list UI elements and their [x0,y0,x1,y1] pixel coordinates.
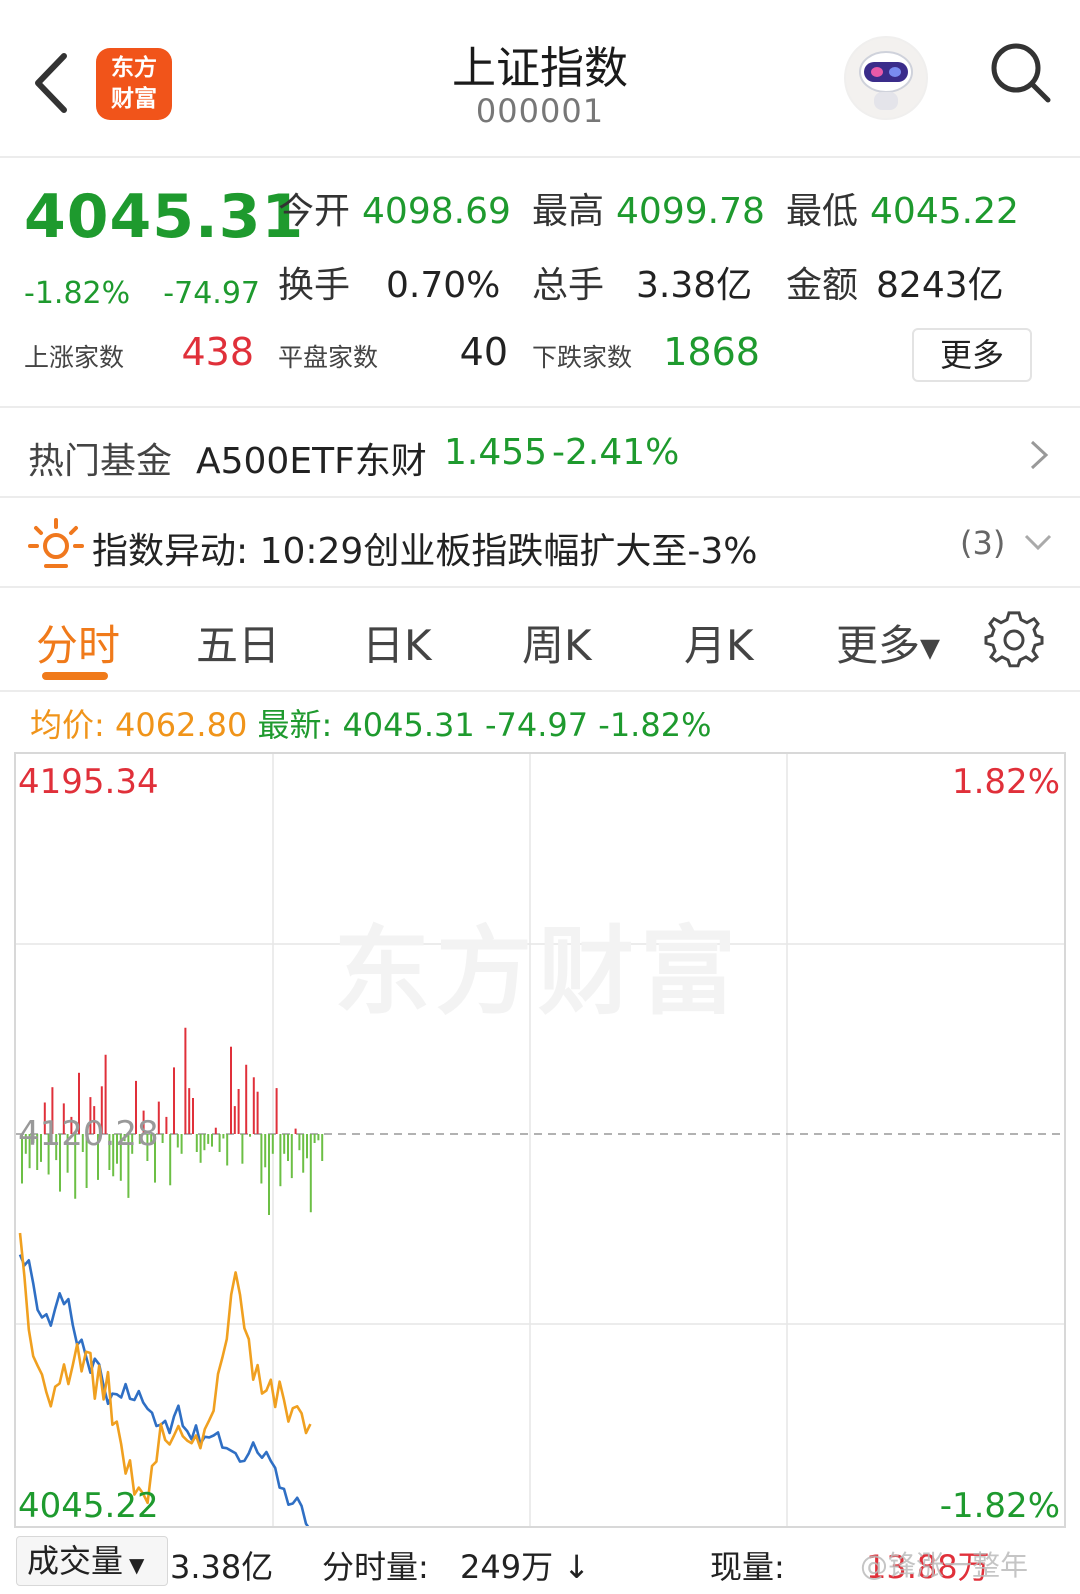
flat-count-label: 平盘家数 [278,343,379,372]
sun-icon [28,518,84,568]
hot-fund-change: -2.41% [552,432,680,473]
chart-mid-price: 4120.28 [18,1114,159,1154]
tab-five-day[interactable]: 五日 [196,612,280,673]
volume-footer: 成交量 ▼ 3.38亿 分时量: 249万 ↓ 现量: 13.88万 @锋涨一整年 [0,1534,1080,1594]
total-volume: 3.38亿 [170,1548,274,1586]
app-logo[interactable]: 东方 财富 [96,48,172,120]
price-info-line: 均价: 4062.80 最新: 4045.31 -74.97 -1.82% [30,700,711,746]
tab-intraday[interactable]: 分时 [36,612,120,673]
change-percent: -1.82% [24,276,131,311]
intraday-chart-svg [16,754,1064,1526]
assistant-robot-icon[interactable] [844,36,928,120]
current-volume-label: 现量: [710,1548,785,1586]
quote-summary: 4045.31 -1.82% -74.97 今开 4098.69 最高 4099.7… [0,160,1080,408]
high-stat: 最高 4099.78 [532,191,765,232]
page-title: 上证指数 [452,43,628,94]
stock-code: 000001 [475,92,605,130]
chart-bottom-price: 4045.22 [18,1486,159,1526]
series-line-1 [18,1232,312,1505]
change-value: -74.97 [163,276,260,311]
down-count-label: 下跌家数 [532,343,633,372]
low-stat: 最低 4045.22 [786,191,1019,232]
chart-bottom-pct: -1.82% [939,1486,1060,1526]
tab-daily-k[interactable]: 日K [362,612,432,673]
caret-down-icon: ▼ [920,633,941,664]
open-stat: 今开 4098.69 [278,191,511,232]
avg-price-label: 均价: [30,706,105,744]
flat-count: 40 [459,330,508,374]
latest-price-label: 最新: [257,706,333,744]
top-bar: 东方 财富 上证指数 000001 [0,0,1080,158]
up-count-label: 上涨家数 [24,343,125,372]
watermark: 东方财富 [334,916,742,1028]
amount-stat: 金额 8243亿 [786,265,1004,306]
tab-monthly-k[interactable]: 月K [684,612,754,673]
current-price: 4045.31 [24,182,305,252]
gear-icon[interactable] [984,610,1044,670]
tab-more[interactable]: 更多▼ [836,612,940,673]
period-volume-label: 分时量: [322,1548,429,1586]
index-alert-row[interactable]: 指数异动: 10:29创业板指跌幅扩大至-3% (3) [0,500,1080,588]
avg-price: 4062.80 [114,706,248,744]
more-stats-button[interactable]: 更多 [912,328,1032,382]
chart-period-tabs: 分时 五日 日K 周K 月K 更多▼ [0,592,1080,692]
chevron-down-icon[interactable] [1022,532,1054,554]
hot-fund-name: A500ETF东财 [196,441,427,482]
active-tab-indicator [42,672,108,680]
latest-price: 4045.31 -74.97 -1.82% [342,706,712,744]
turnover-stat: 换手 0.70% [278,265,501,306]
back-arrow-icon[interactable] [28,48,78,118]
chevron-right-icon [1030,440,1049,470]
period-volume: 249万 ↓ [460,1548,591,1586]
chart-top-pct: 1.82% [951,762,1060,802]
chart-top-price: 4195.34 [18,762,159,802]
up-count: 438 [181,330,254,374]
hot-fund-row[interactable]: 热门基金 A500ETF东财 1.455 -2.41% [0,410,1080,498]
search-icon[interactable] [986,38,1056,108]
intraday-chart[interactable]: 东方财富 4195.34 1.82% 4120.28 4045.22 -1.82… [14,752,1066,1528]
alert-count: (3) [960,524,1006,562]
weibo-watermark: @锋涨一整年 [860,1549,1029,1582]
hot-fund-price: 1.455 [444,432,548,473]
down-arrow-icon: ↓ [563,1548,591,1586]
volume-stat: 总手 3.38亿 [532,265,753,306]
alert-text: 指数异动: 10:29创业板指跌幅扩大至-3% [92,531,758,572]
volume-indicator-select[interactable]: 成交量 ▼ [16,1536,168,1586]
tab-weekly-k[interactable]: 周K [522,612,592,673]
hot-fund-label: 热门基金 [28,441,173,482]
caret-down-icon: ▼ [129,1553,145,1577]
down-count: 1868 [663,330,760,374]
